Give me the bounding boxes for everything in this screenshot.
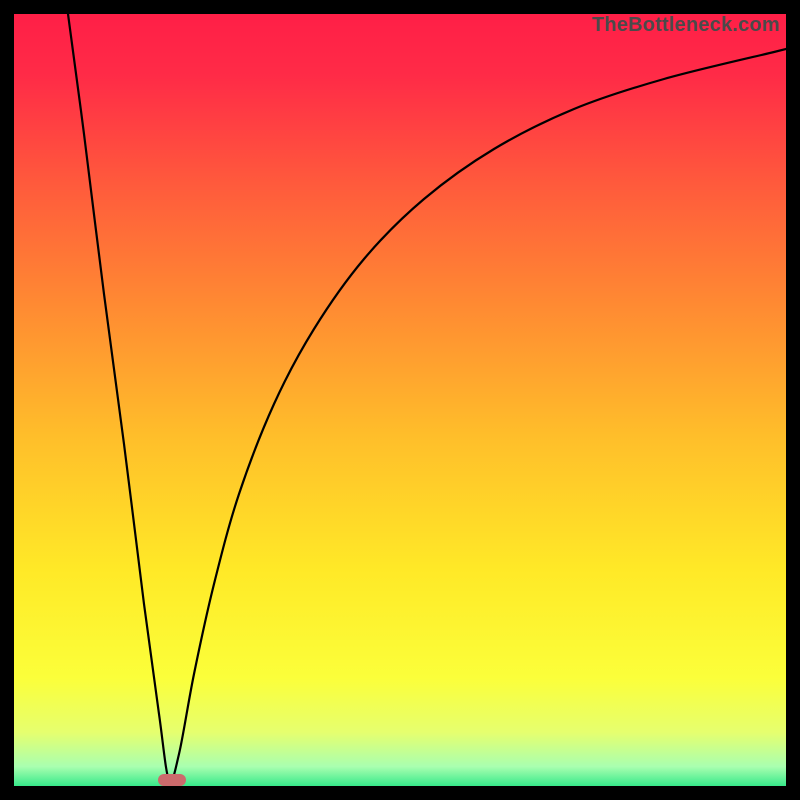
bottleneck-curve xyxy=(14,14,786,786)
min-marker xyxy=(158,774,186,786)
plot-frame: TheBottleneck.com xyxy=(14,14,786,786)
watermark-text: TheBottleneck.com xyxy=(592,14,780,37)
